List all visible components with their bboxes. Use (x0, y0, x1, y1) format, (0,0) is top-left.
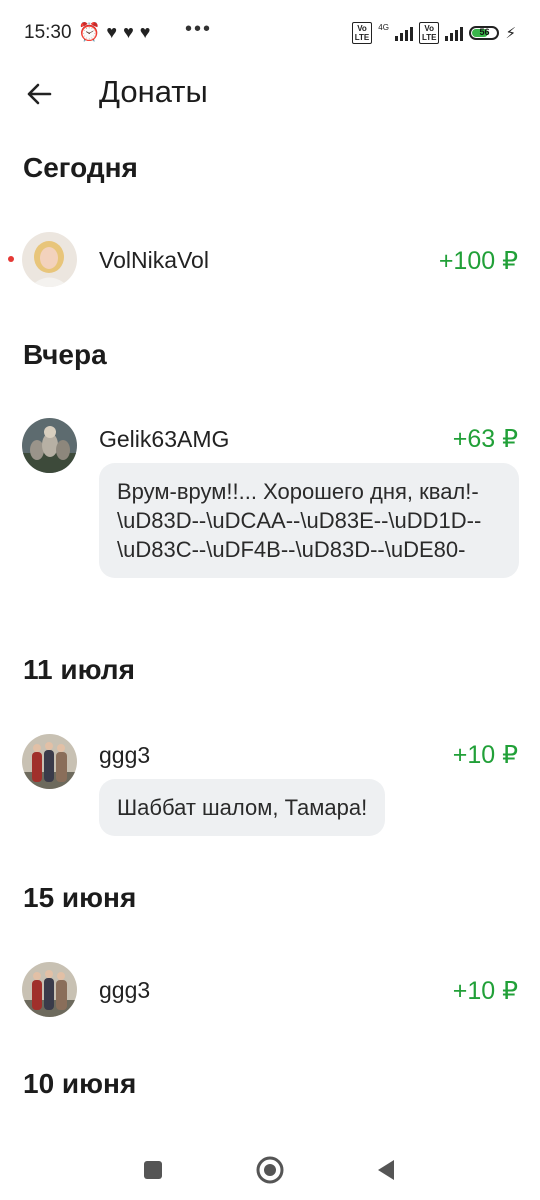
donation-amount: +100 ₽ (438, 247, 518, 275)
donation-item[interactable]: Gelik63AMG +63 ₽ Врум-врум!!... Хорошего… (0, 416, 540, 606)
section-header-yesterday: Вчера (23, 339, 107, 370)
more-notifications-icon: ••• (185, 18, 213, 40)
square-icon (144, 1161, 162, 1179)
nav-back-button[interactable] (370, 1154, 402, 1186)
unread-indicator (8, 256, 14, 262)
donation-item[interactable]: VolNikaVol +100 ₽ (0, 230, 540, 290)
donation-amount: +63 ₽ (452, 425, 518, 453)
donation-item[interactable]: ggg3 +10 ₽ Шаббат шалом, Тамара! (0, 732, 540, 836)
avatar (22, 962, 77, 1017)
recent-apps-button[interactable] (137, 1154, 169, 1186)
charging-icon: ⚡ (505, 25, 516, 42)
donation-amount: +10 ₽ (452, 977, 518, 1005)
donation-item[interactable]: ggg3 +10 ₽ (0, 960, 540, 1020)
triangle-icon (378, 1160, 394, 1180)
signal-icon (394, 25, 413, 41)
avatar (22, 418, 77, 473)
section-header-date: 10 июня (23, 1068, 137, 1099)
avatar (22, 734, 77, 789)
back-button[interactable] (20, 74, 60, 114)
circle-icon (256, 1156, 284, 1184)
home-button[interactable] (254, 1154, 286, 1186)
signal-icon (445, 25, 464, 41)
system-nav-bar (0, 1140, 540, 1200)
volte-icon: Vo LTE (351, 22, 373, 44)
status-time: 15:30 (24, 22, 72, 43)
heart-icon: ♥ (106, 22, 118, 42)
volte-icon: Vo LTE (418, 22, 440, 44)
status-system-icons: Vo LTE 4G Vo LTE 56 ⚡ (351, 22, 516, 44)
donation-message: Врум-врум!!... Хорошего дня, квал!-\uD83… (99, 463, 519, 578)
app-bar: Донаты (0, 66, 540, 122)
status-notification-icons: ⏰ ♥ ♥ ♥ (78, 22, 150, 42)
section-header-date: 11 июля (23, 654, 135, 685)
donor-name: VolNikaVol (99, 247, 209, 273)
donor-name: ggg3 (99, 977, 151, 1003)
section-header-today: Сегодня (23, 152, 138, 183)
section-header-date: 15 июня (23, 882, 137, 913)
alarm-icon: ⏰ (78, 22, 101, 42)
status-bar: 15:30 ⏰ ♥ ♥ ♥ ••• Vo LTE 4G Vo LTE 56 ⚡ (0, 0, 540, 66)
donor-name: ggg3 (99, 742, 151, 768)
page-title: Донаты (99, 74, 208, 109)
avatar (22, 232, 77, 287)
donor-name: Gelik63AMG (99, 426, 230, 452)
heart-icon: ♥ (123, 22, 134, 42)
arrow-left-icon (27, 83, 52, 105)
battery-icon: 56 (469, 26, 500, 40)
donation-message: Шаббат шалом, Тамара! (99, 779, 386, 836)
donation-amount: +10 ₽ (452, 741, 518, 769)
battery-level: 56 (479, 27, 490, 37)
heart-icon: ♥ (139, 22, 151, 42)
network-4g-icon: 4G (378, 22, 389, 32)
